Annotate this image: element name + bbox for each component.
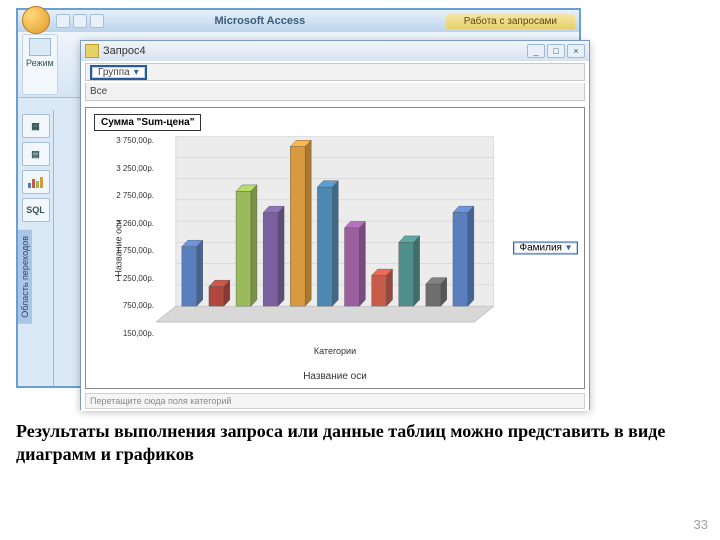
pivotchart-body: Группа ▾ Все Сумма "Sum-цена" Название о… [81, 63, 589, 411]
maximize-button[interactable]: □ [547, 44, 565, 58]
y-tick: 1 250,00р. [116, 274, 154, 283]
filter-field-chip[interactable]: Группа ▾ [90, 65, 147, 80]
view-pivot-icon[interactable]: ▤ [22, 142, 50, 166]
chevron-down-icon: ▾ [566, 243, 571, 254]
qat-redo-icon[interactable] [90, 14, 104, 28]
bar-chart-icon [27, 175, 45, 189]
access-titlebar: Microsoft Access Работа с запросами [18, 10, 579, 32]
app-title: Microsoft Access [104, 15, 416, 27]
close-button[interactable]: × [567, 44, 585, 58]
quick-access-toolbar [56, 14, 104, 28]
chart-svg [156, 136, 494, 338]
chart-area: Сумма "Sum-цена" Название оси 3 750,00р.… [85, 107, 585, 389]
filter-value-label: Все [90, 86, 107, 97]
view-sql-button[interactable]: SQL [22, 198, 50, 222]
datasheet-view-icon [29, 38, 51, 56]
x-axis-inner-label: Категории [314, 346, 356, 356]
pivotchart-window: Запрос4 _ □ × Группа ▾ Все Сумма "Sum-це… [80, 40, 590, 410]
view-chart-icon[interactable] [22, 170, 50, 194]
plot-area [156, 136, 494, 338]
query-icon [85, 44, 99, 58]
contextual-tab-label[interactable]: Работа с запросами [446, 14, 575, 29]
qat-save-icon[interactable] [56, 14, 70, 28]
ribbon-group-mode[interactable]: Режим [22, 34, 58, 95]
filter-drop-zone[interactable]: Группа ▾ [85, 63, 585, 81]
chevron-down-icon: ▾ [134, 67, 139, 78]
slide-caption: Результаты выполнения запроса или данные… [16, 420, 704, 465]
filter-field-label: Группа [98, 67, 130, 78]
minimize-button[interactable]: _ [527, 44, 545, 58]
office-button[interactable] [22, 6, 50, 34]
legend-field-chip[interactable]: Фамилия ▾ [513, 242, 579, 255]
y-tick: 3 750,00р. [116, 136, 154, 145]
x-axis-outer-label[interactable]: Название оси [303, 371, 367, 382]
pivotchart-title: Запрос4 [103, 45, 523, 57]
pivotchart-titlebar[interactable]: Запрос4 _ □ × [81, 41, 589, 61]
y-axis-ticks: 3 750,00р. 3 250,00р. 2 750,00р. 2 260,0… [114, 136, 154, 338]
category-drop-zone[interactable]: Перетащите сюда поля категорий [85, 393, 585, 409]
ribbon-group-label: Режим [26, 58, 54, 68]
slide-number: 33 [694, 517, 708, 532]
category-drop-hint: Перетащите сюда поля категорий [90, 396, 231, 406]
navigation-pane-label[interactable]: Область переходов [18, 230, 32, 324]
qat-undo-icon[interactable] [73, 14, 87, 28]
filter-value-zone[interactable]: Все [85, 83, 585, 101]
y-tick: 3 250,00р. [116, 164, 154, 173]
y-tick: 150,00р. [123, 329, 154, 338]
y-tick: 2 260,00р. [116, 219, 154, 228]
y-tick: 2 750,00р. [116, 191, 154, 200]
y-tick: 1 750,00р. [116, 246, 154, 255]
view-datasheet-icon[interactable]: ▦ [22, 114, 50, 138]
y-tick: 750,00р. [123, 301, 154, 310]
legend-field-label: Фамилия [520, 243, 562, 254]
chart-title[interactable]: Сумма "Sum-цена" [94, 114, 201, 131]
